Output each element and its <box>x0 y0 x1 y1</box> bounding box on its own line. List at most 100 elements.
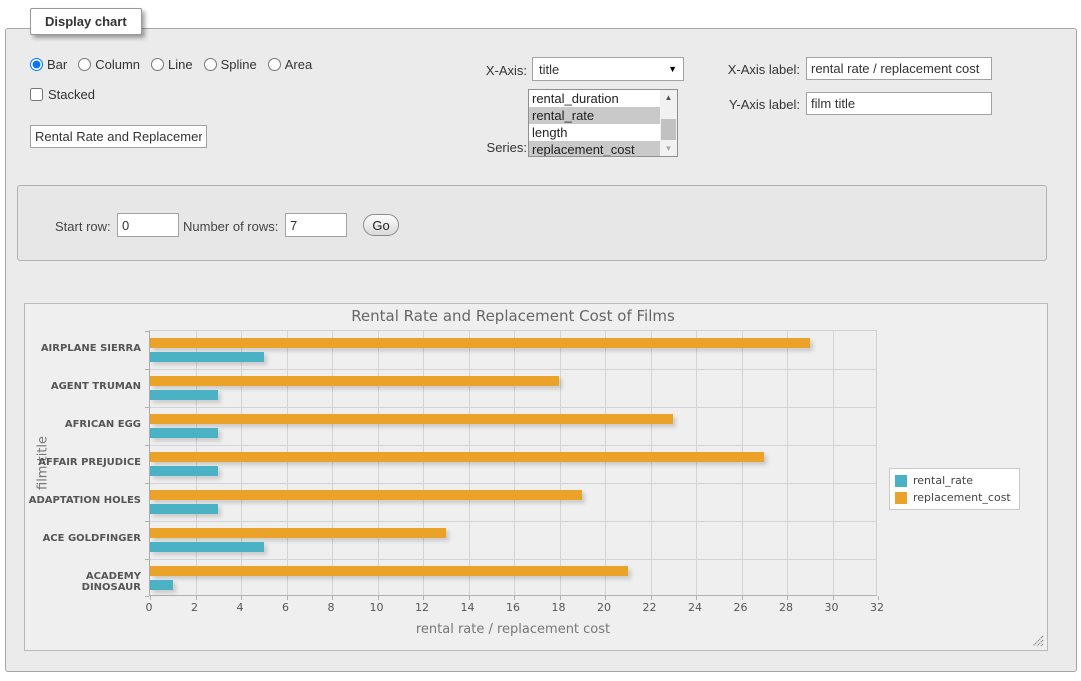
category-label: AFFAIR PREJUDICE <box>25 457 141 468</box>
category-label: ADAPTATION HOLES <box>25 495 141 506</box>
x-tick-mark <box>787 596 788 600</box>
plot-area <box>149 330 877 596</box>
chart-type-option-area: Area <box>268 57 312 72</box>
gridline-vertical <box>241 331 242 595</box>
y-axis-label-input[interactable] <box>806 92 992 115</box>
bar-rental-rate-6 <box>150 580 173 590</box>
x-tick-mark <box>651 596 652 600</box>
chart-x-axis-title: rental rate / replacement cost <box>149 622 877 637</box>
y-tick-mark <box>145 331 149 332</box>
chart-type-radio-spline[interactable] <box>204 58 217 71</box>
bar-replacement-cost-2 <box>150 414 673 424</box>
chart-panel: Rental Rate and Replacement Cost of Film… <box>24 303 1048 651</box>
x-axis-field-label: X-Axis: <box>420 63 527 78</box>
x-tick-mark <box>514 596 515 600</box>
series-option-length[interactable]: length <box>529 124 660 141</box>
bar-rental-rate-5 <box>150 542 264 552</box>
gridline-vertical <box>560 331 561 595</box>
x-tick-label: 22 <box>630 601 670 614</box>
legend-swatch-replacement_cost <box>895 492 907 504</box>
category-label: AIRPLANE SIERRA <box>25 343 141 354</box>
legend-item-replacement_cost: replacement_cost <box>895 491 1011 504</box>
gridline-vertical <box>514 331 515 595</box>
bar-rental-rate-2 <box>150 428 218 438</box>
resize-grip-icon[interactable] <box>1032 635 1044 647</box>
bar-replacement-cost-6 <box>150 566 628 576</box>
gridline-vertical <box>787 331 788 595</box>
listbox-scrollbar[interactable]: ▲▼ <box>660 90 677 156</box>
bar-replacement-cost-0 <box>150 338 810 348</box>
x-axis-selected-value: title <box>539 62 559 77</box>
gridline-horizontal <box>150 445 876 446</box>
category-label: ACADEMY DINOSAUR <box>25 571 141 593</box>
chart-title-input[interactable] <box>30 125 207 148</box>
series-option-rental_duration[interactable]: rental_duration <box>529 90 660 107</box>
gridline-vertical <box>742 331 743 595</box>
bar-rental-rate-4 <box>150 504 218 514</box>
scroll-up-icon[interactable]: ▲ <box>660 90 677 105</box>
stacked-checkbox[interactable] <box>30 88 43 101</box>
go-button[interactable]: Go <box>363 214 399 236</box>
gridline-vertical <box>423 331 424 595</box>
x-axis-label-input[interactable] <box>806 57 992 80</box>
legend-label: replacement_cost <box>913 491 1011 504</box>
start-row-label: Start row: <box>55 219 111 234</box>
gridline-vertical <box>651 331 652 595</box>
chart-title: Rental Rate and Replacement Cost of Film… <box>149 307 877 325</box>
legend-item-rental_rate: rental_rate <box>895 474 1011 487</box>
y-tick-mark <box>145 521 149 522</box>
gridline-vertical <box>378 331 379 595</box>
series-option-replacement_cost[interactable]: replacement_cost <box>529 141 660 157</box>
x-tick-mark <box>469 596 470 600</box>
x-tick-mark <box>423 596 424 600</box>
series-listbox[interactable]: rental_durationrental_ratelengthreplacem… <box>528 89 678 157</box>
gridline-vertical <box>196 331 197 595</box>
panel-legend: Display chart <box>30 8 142 35</box>
gridline-vertical <box>332 331 333 595</box>
num-rows-input[interactable] <box>285 213 347 237</box>
x-tick-label: 24 <box>675 601 715 614</box>
bar-rental-rate-0 <box>150 352 264 362</box>
x-tick-mark <box>378 596 379 600</box>
bar-replacement-cost-4 <box>150 490 582 500</box>
gridline-vertical <box>469 331 470 595</box>
category-label: AFRICAN EGG <box>25 419 141 430</box>
x-tick-mark <box>332 596 333 600</box>
chart-type-option-spline: Spline <box>204 57 257 72</box>
x-tick-label: 32 <box>857 601 897 614</box>
x-tick-mark <box>742 596 743 600</box>
num-rows-label: Number of rows: <box>183 219 278 234</box>
page: Display chart BarColumnLineSplineArea St… <box>0 0 1081 681</box>
gridline-horizontal <box>150 369 876 370</box>
gridline-horizontal <box>150 407 876 408</box>
chart-type-label: Spline <box>221 57 257 72</box>
x-tick-mark <box>696 596 697 600</box>
start-row-input[interactable] <box>117 213 179 237</box>
x-tick-mark <box>878 596 879 600</box>
gridline-vertical <box>605 331 606 595</box>
chart-type-radio-line[interactable] <box>151 58 164 71</box>
y-tick-mark <box>145 369 149 370</box>
bar-rental-rate-3 <box>150 466 218 476</box>
gridline-horizontal <box>150 483 876 484</box>
x-tick-label: 26 <box>721 601 761 614</box>
x-axis-select[interactable]: title ▼ <box>532 57 684 81</box>
x-tick-label: 28 <box>766 601 806 614</box>
chart-type-radio-bar[interactable] <box>30 58 43 71</box>
series-field-label: Series: <box>420 140 527 155</box>
chart-type-radio-area[interactable] <box>268 58 281 71</box>
scrollbar-thumb[interactable] <box>661 119 676 140</box>
bar-replacement-cost-5 <box>150 528 446 538</box>
x-tick-mark <box>605 596 606 600</box>
x-tick-label: 4 <box>220 601 260 614</box>
chart-type-radio-column[interactable] <box>78 58 91 71</box>
chart-type-radios: BarColumnLineSplineArea <box>30 57 312 72</box>
x-tick-mark <box>150 596 151 600</box>
x-tick-label: 10 <box>357 601 397 614</box>
bar-replacement-cost-1 <box>150 376 559 386</box>
series-option-rental_rate[interactable]: rental_rate <box>529 107 660 124</box>
x-tick-label: 18 <box>539 601 579 614</box>
scroll-down-icon[interactable]: ▼ <box>660 141 677 156</box>
chart-type-label: Bar <box>47 57 67 72</box>
x-tick-mark <box>196 596 197 600</box>
